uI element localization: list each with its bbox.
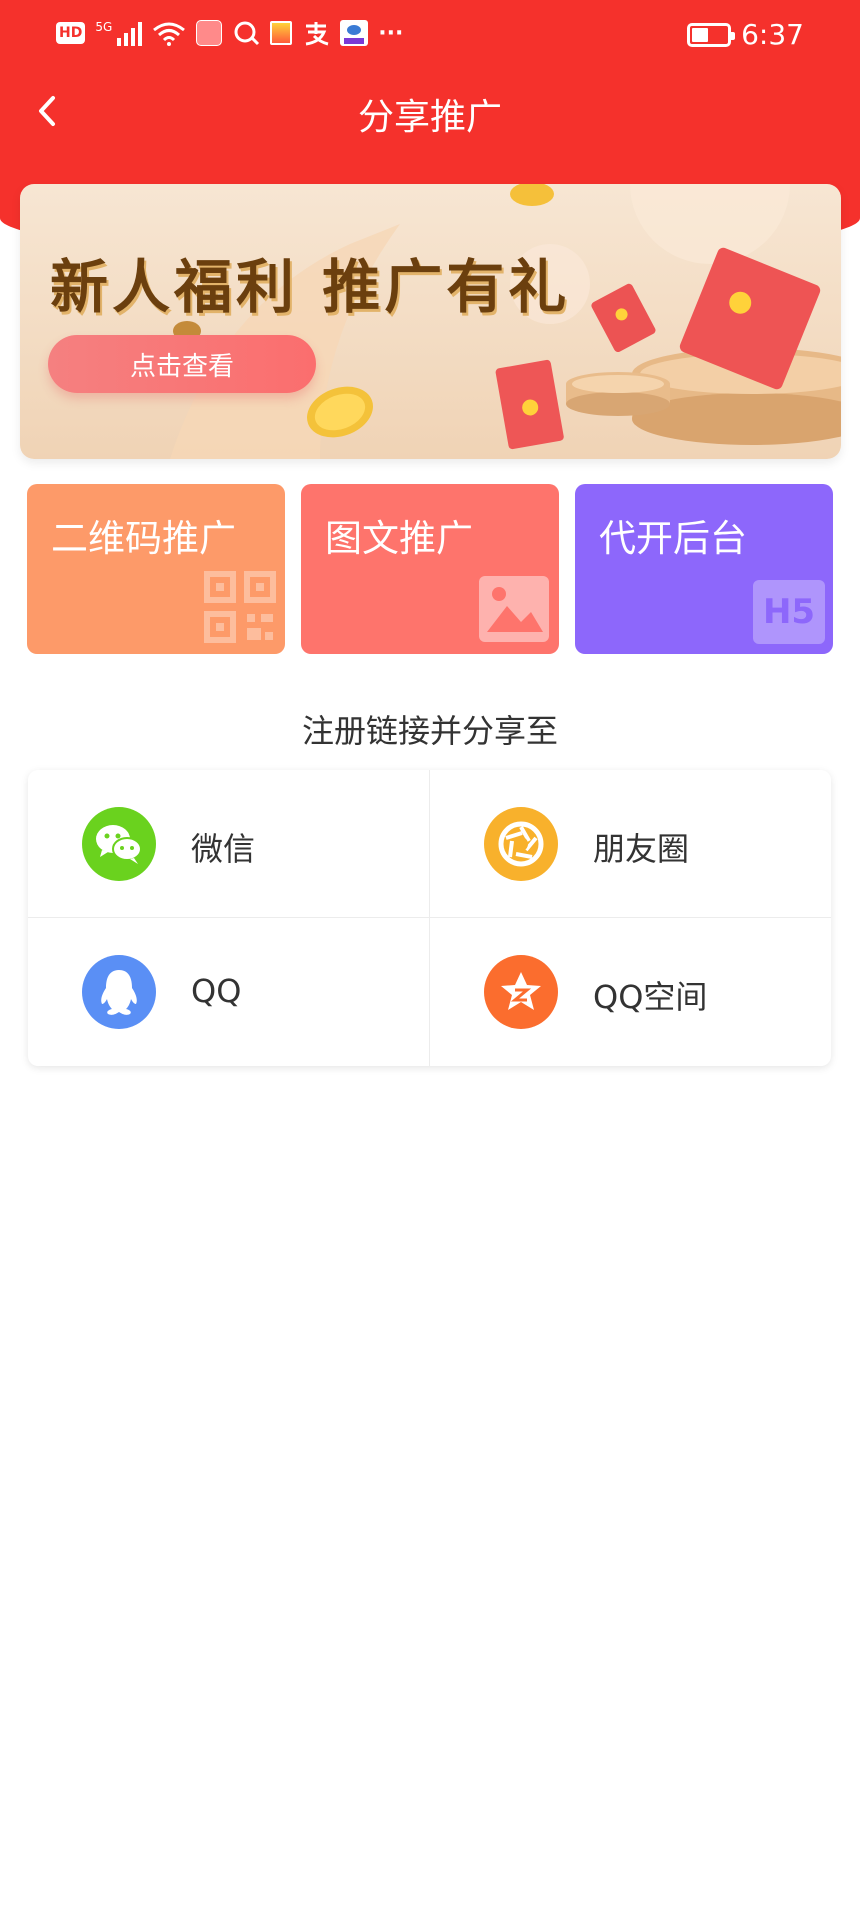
hd-badge: HD xyxy=(56,22,86,44)
h5-icon: H5 xyxy=(753,580,825,644)
share-label: QQ xyxy=(191,972,242,1010)
status-right: 6:37 xyxy=(687,18,804,51)
signal-icon: 5G xyxy=(95,20,143,46)
share-qq-button[interactable]: QQ xyxy=(28,918,429,1066)
page-title: 分享推广 xyxy=(357,97,502,138)
wifi-icon xyxy=(153,22,186,46)
image-text-promotion-card[interactable]: 图文推广 xyxy=(301,484,559,654)
wechat-icon xyxy=(82,807,156,881)
qr-promotion-card[interactable]: 二维码推广 xyxy=(27,484,285,654)
share-wechat-button[interactable]: 微信 xyxy=(28,770,429,918)
eye-app-icon xyxy=(340,20,369,46)
share-label: QQ空间 xyxy=(593,978,708,1016)
battery-icon xyxy=(687,22,736,47)
qzone-icon xyxy=(484,955,558,1029)
network-type: 5G xyxy=(95,20,113,34)
share-qzone-button[interactable]: QQ空间 xyxy=(430,918,831,1066)
banner-title: 新人福利 推广有礼 xyxy=(50,253,571,321)
qr-code-icon xyxy=(204,571,276,643)
more-icon: ··· xyxy=(378,20,404,46)
share-moments-button[interactable]: 朋友圈 xyxy=(430,770,831,918)
nav-bar: 分享推广 xyxy=(0,74,860,148)
card-label: 代开后台 xyxy=(599,517,747,560)
app-notification-icon xyxy=(196,20,223,46)
alipay-icon xyxy=(306,22,329,46)
share-label: 微信 xyxy=(191,830,256,868)
image-icon xyxy=(479,576,549,642)
chat-icon xyxy=(234,21,260,46)
share-section-title: 注册链接并分享至 xyxy=(301,712,558,750)
clock: 6:37 xyxy=(741,18,804,51)
status-bar: HD 5G ··· 6:37 xyxy=(0,0,860,74)
share-label: 朋友圈 xyxy=(593,830,690,868)
promo-banner[interactable]: 新人福利 推广有礼 点击查看 xyxy=(20,184,841,459)
card-label: 图文推广 xyxy=(325,517,473,560)
card-label: 二维码推广 xyxy=(51,517,236,560)
status-icons: HD 5G ··· xyxy=(56,20,403,46)
qq-icon xyxy=(82,955,156,1029)
moments-icon xyxy=(484,807,558,881)
share-targets-panel: 微信 朋友圈 QQ QQ空间 xyxy=(28,770,831,1066)
banner-view-button[interactable]: 点击查看 xyxy=(48,335,316,393)
backend-card[interactable]: 代开后台 H5 xyxy=(575,484,833,654)
h5-icon-text: H5 xyxy=(762,592,816,632)
news-app-icon xyxy=(270,21,293,45)
